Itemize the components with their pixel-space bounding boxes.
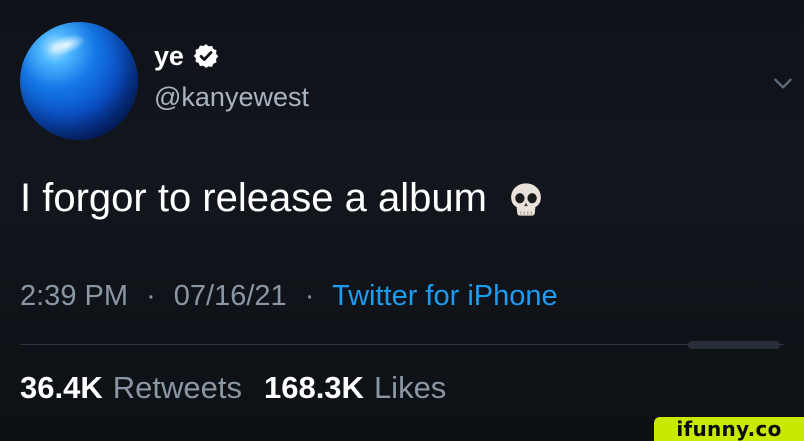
user-handle[interactable]: @kanyewest (154, 84, 309, 111)
avatar[interactable] (20, 22, 138, 140)
tweet-card: ye @kanyewest I forgor to release a albu… (0, 0, 804, 441)
skull-icon (505, 179, 547, 221)
display-name[interactable]: ye (154, 42, 184, 70)
tweet-text: I forgor to release a album (20, 176, 487, 220)
meta-separator: · (304, 280, 315, 312)
likes-count[interactable]: 168.3K (264, 372, 364, 403)
tweet-source-link[interactable]: Twitter for iPhone (332, 280, 558, 312)
tweet-date: 07/16/21 (173, 280, 287, 312)
engagement-stats: 36.4K Retweets 168.3K Likes (20, 372, 458, 403)
retweets-count[interactable]: 36.4K (20, 372, 103, 403)
likes-label[interactable]: Likes (374, 372, 446, 403)
verified-icon (192, 42, 220, 70)
tweet-time: 2:39 PM (20, 280, 128, 312)
name-row: ye (154, 42, 220, 70)
tweet-text-row: I forgor to release a album (20, 176, 547, 220)
tweet-meta: 2:39 PM · 07/16/21 · Twitter for iPhone (20, 282, 558, 311)
divider-highlight (688, 341, 780, 349)
watermark: ifunny.co (654, 417, 804, 441)
retweets-label[interactable]: Retweets (113, 372, 242, 403)
divider (20, 344, 784, 345)
meta-separator: · (146, 280, 156, 312)
chevron-down-icon[interactable] (770, 70, 796, 96)
